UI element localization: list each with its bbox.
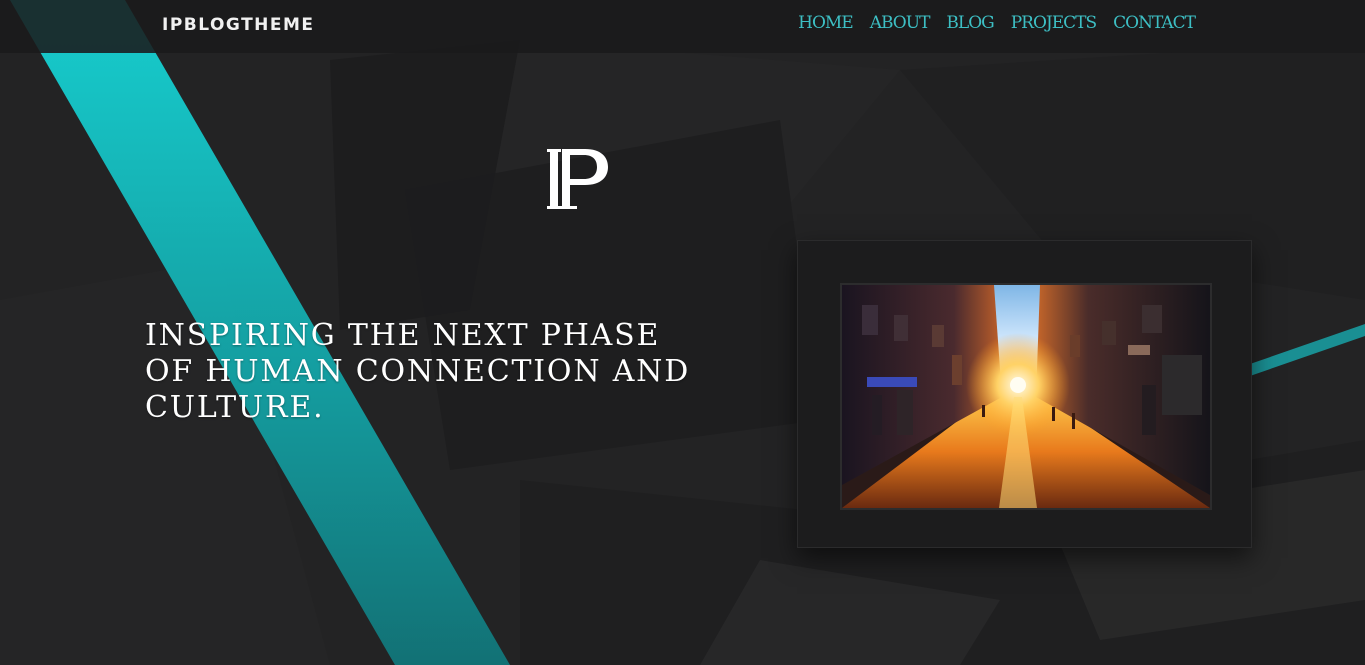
nav-contact-link[interactable]: CONTACT bbox=[1113, 13, 1196, 33]
nav-blog-link[interactable]: BLOG bbox=[946, 13, 994, 33]
photo-frame bbox=[797, 240, 1252, 548]
sunset-city-street-photo bbox=[840, 283, 1212, 510]
nav-projects-link[interactable]: PROJECTS bbox=[1011, 13, 1097, 33]
page: IPBLOGTHEME HOME ABOUT BLOG PROJECTS CON… bbox=[0, 0, 1365, 665]
site-brand[interactable]: IPBLOGTHEME bbox=[162, 15, 315, 35]
nav-about-link[interactable]: ABOUT bbox=[870, 13, 931, 33]
ip-monogram-logo bbox=[547, 149, 608, 209]
site-header: IPBLOGTHEME HOME ABOUT BLOG PROJECTS CON… bbox=[0, 0, 1365, 53]
hero-headline: INSPIRING THE NEXT PHASE OF HUMAN CONNEC… bbox=[145, 318, 691, 425]
main-nav: HOME ABOUT BLOG PROJECTS CONTACT bbox=[798, 13, 1196, 33]
nav-home-link[interactable]: HOME bbox=[798, 13, 854, 33]
